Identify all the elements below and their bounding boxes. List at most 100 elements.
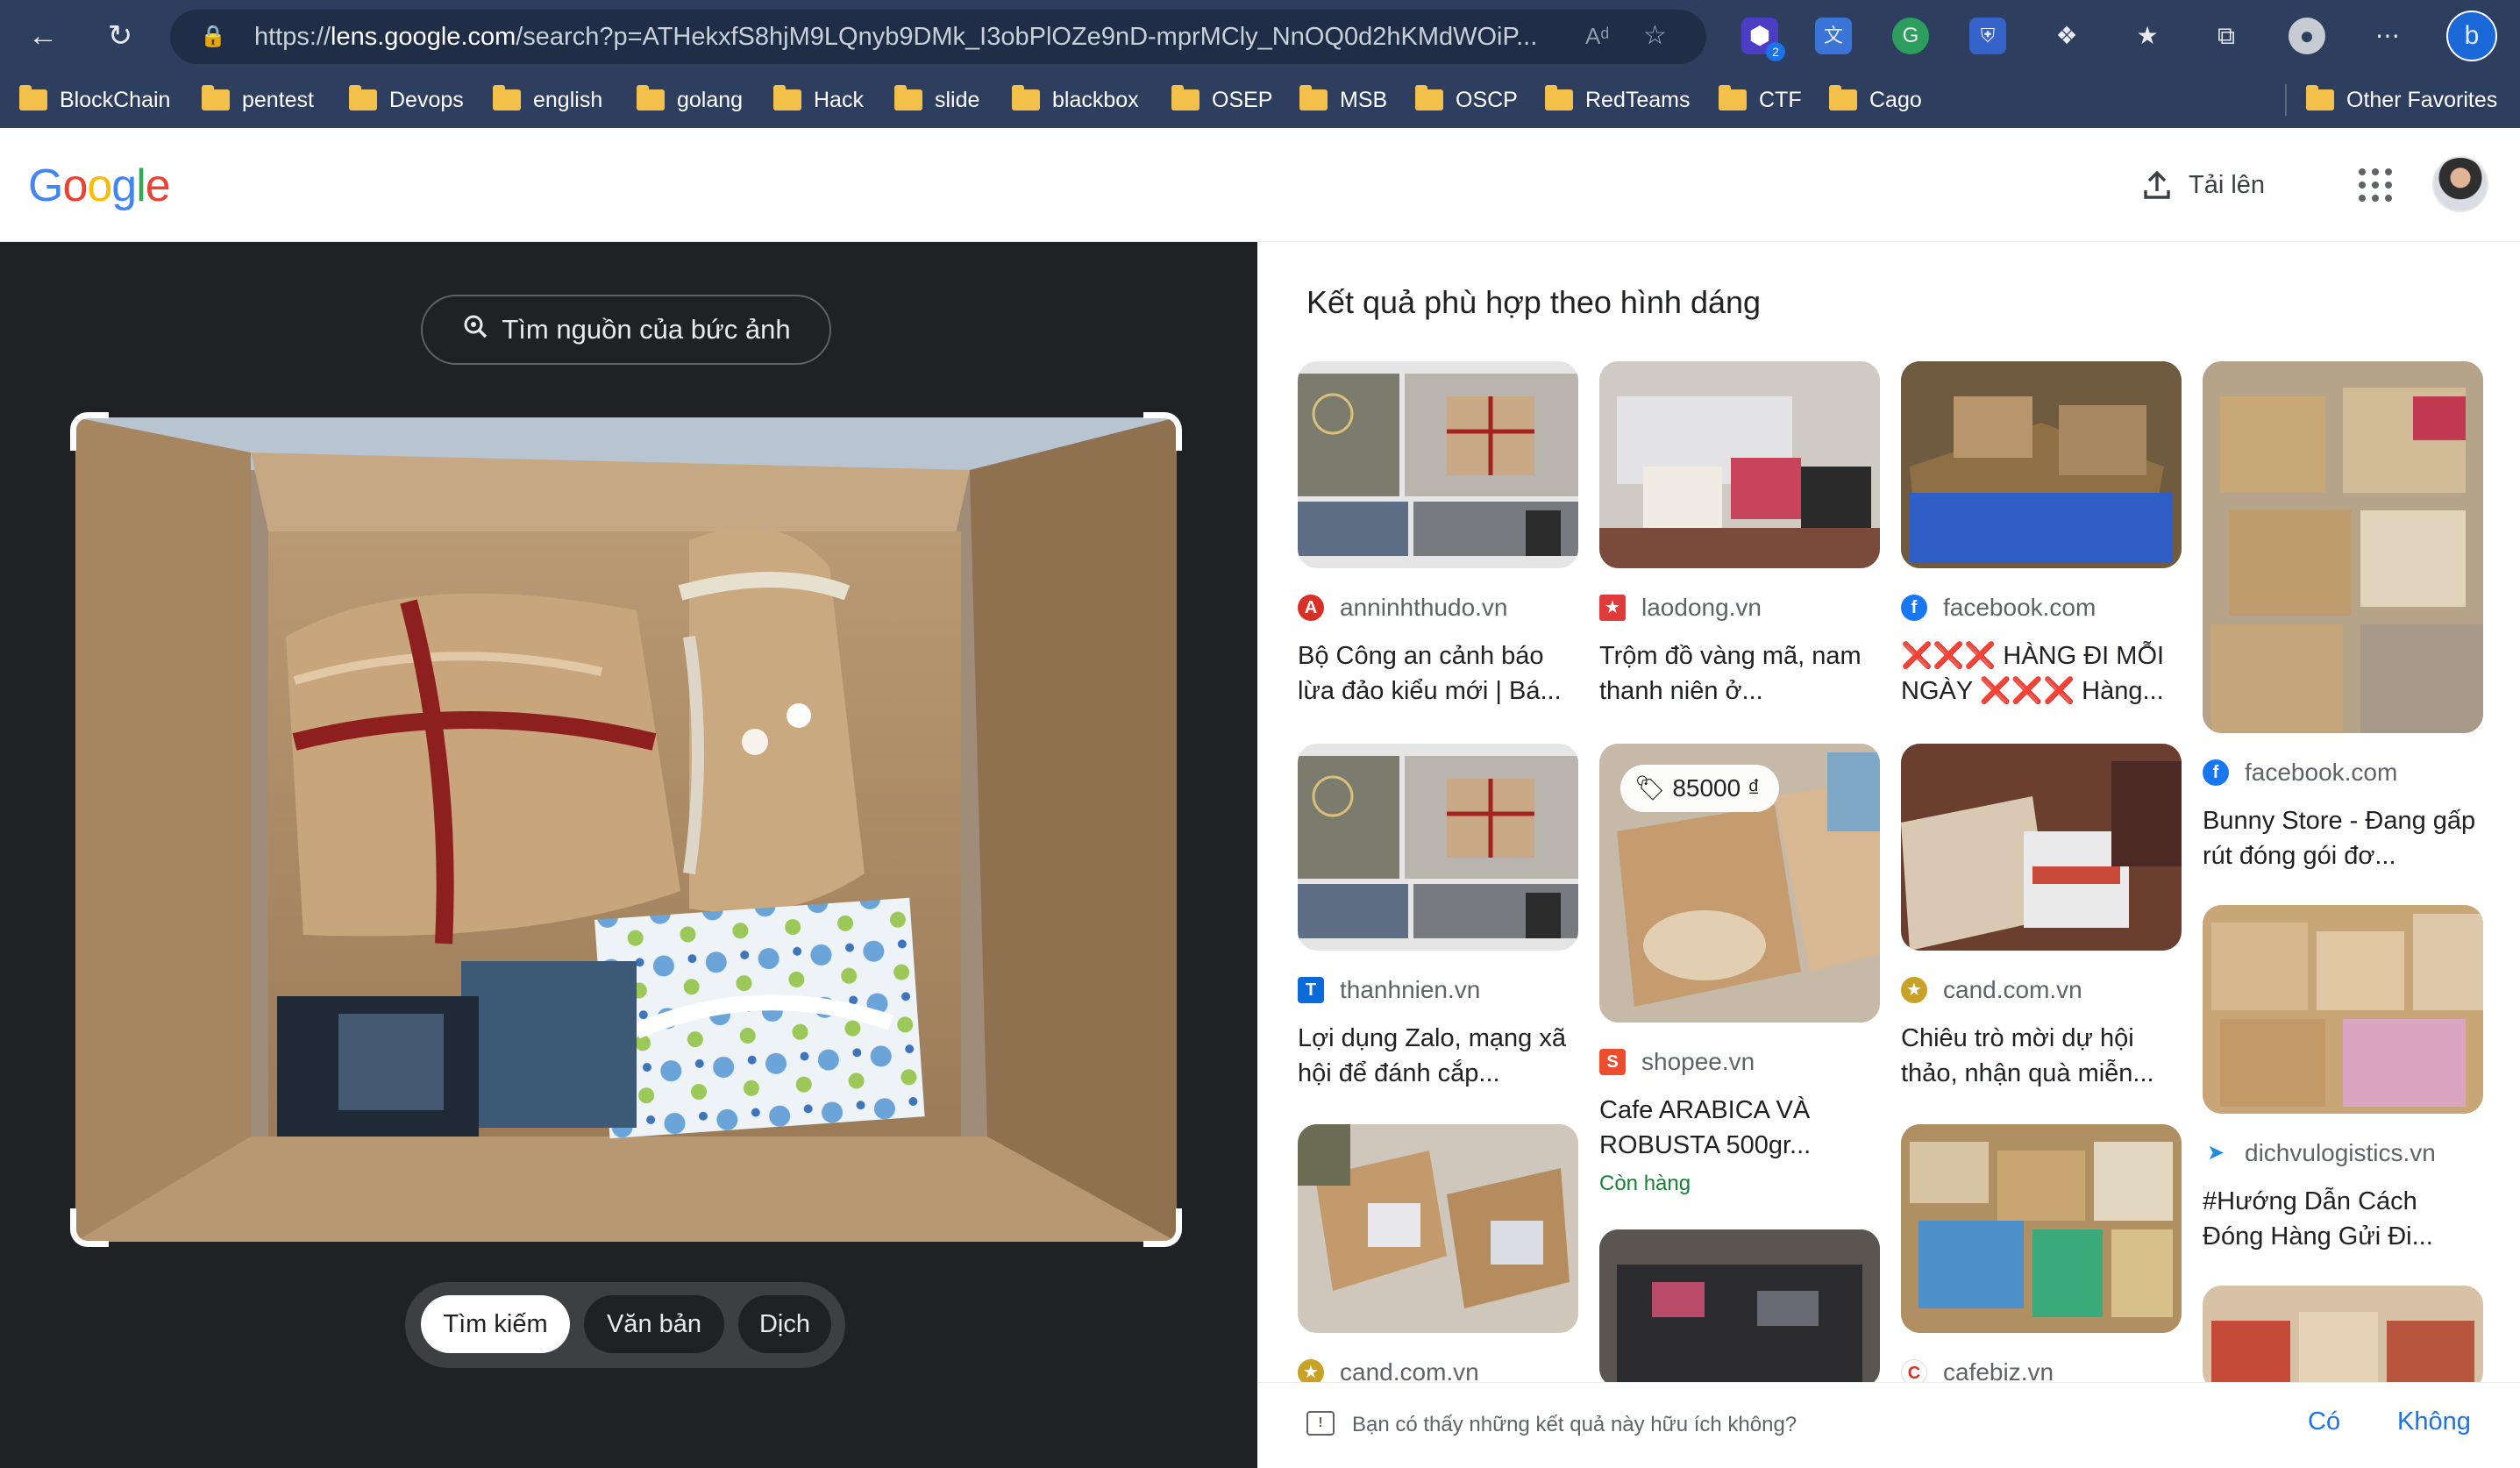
result-source: ➤ dichvulogistics.vn [2203, 1138, 2483, 1168]
find-image-source-button[interactable]: Tìm nguồn của bức ảnh [421, 295, 831, 365]
other-favorites[interactable]: Other Favorites [2306, 81, 2497, 119]
result-card[interactable]: ★ laodong.vn Trộm đồ vàng mã, nam thanh n… [1599, 361, 1880, 709]
result-card[interactable] [1599, 1229, 1880, 1387]
upload-button[interactable]: Tải lên [2139, 163, 2265, 207]
folder-icon [773, 85, 801, 110]
folder-icon [1299, 85, 1328, 110]
url-text[interactable]: https://lens.google.com/search?p=ATHekxf… [254, 10, 1745, 64]
bookmark-folder[interactable]: Cago [1829, 81, 1922, 119]
selected-photo[interactable] [75, 417, 1177, 1242]
crop-corner-bottom-right[interactable] [1143, 1208, 1182, 1247]
crop-corner-top-left[interactable] [70, 412, 109, 451]
shopee-icon: S [1599, 1049, 1626, 1075]
result-thumbnail[interactable] [1298, 1124, 1578, 1333]
back-icon[interactable]: ← [23, 16, 63, 56]
more-menu-icon[interactable]: ⋯ [2369, 18, 2406, 54]
bookmark-folder[interactable]: BlockChain [19, 81, 170, 119]
result-thumbnail[interactable] [1298, 361, 1578, 568]
result-card[interactable]: Aanninhthudo.vn Bộ Công an cảnh báo lừa … [1298, 361, 1578, 709]
feedback-yes-button[interactable]: Có [2308, 1407, 2340, 1436]
result-thumbnail[interactable] [2203, 361, 2483, 733]
address-bar[interactable]: 🔒 https://lens.google.com/search?p=ATHek… [170, 10, 1706, 64]
bookmark-folder[interactable]: blackbox [1012, 81, 1139, 119]
folder-icon [637, 85, 665, 110]
tag-icon: 🏷 [1634, 774, 1673, 802]
result-thumbnail[interactable] [2203, 1286, 2483, 1391]
result-card[interactable]: ➤ dichvulogistics.vn #Hướng Dẫn Cách Đóng… [2203, 905, 2483, 1254]
add-favorite-icon[interactable]: ☆ [1643, 20, 1667, 51]
feedback-no-button[interactable]: Không [2397, 1407, 2471, 1436]
folder-icon [349, 85, 377, 110]
folder-icon [1012, 85, 1040, 110]
result-thumbnail[interactable] [1901, 361, 2182, 568]
bookmark-folder[interactable]: MSB [1299, 81, 1387, 119]
translate-icon[interactable]: 文 [1815, 18, 1852, 54]
crop-corner-top-right[interactable] [1143, 412, 1182, 451]
extension-icon[interactable]: ⬢ 2 [1741, 18, 1785, 61]
result-title[interactable]: Trộm đồ vàng mã, nam thanh niên ở... [1599, 638, 1880, 709]
result-thumbnail[interactable] [2203, 905, 2483, 1114]
refresh-icon[interactable]: ↻ [100, 16, 140, 56]
bookmark-folder[interactable]: slide [894, 81, 979, 119]
result-thumbnail[interactable] [1901, 744, 2182, 951]
tab-translate[interactable]: Dịch [738, 1295, 831, 1353]
result-thumbnail[interactable] [1599, 1229, 1880, 1387]
tab-text[interactable]: Văn bản [584, 1295, 724, 1353]
result-title[interactable]: #Hướng Dẫn Cách Đóng Hàng Gửi Đi... [2203, 1184, 2483, 1254]
folder-icon [2306, 85, 2334, 110]
cand-icon: ★ [1901, 977, 1927, 1003]
profile-icon[interactable]: ● [2289, 18, 2325, 54]
grammarly-icon[interactable]: G [1892, 18, 1929, 54]
result-title[interactable]: ❌❌❌ HÀNG ĐI MỖI NGÀY ❌❌❌ Hàng... [1901, 638, 2182, 709]
result-source: ★ laodong.vn [1599, 593, 1880, 623]
folder-icon [894, 85, 922, 110]
extensions-puzzle-icon[interactable]: ❖ [2048, 18, 2085, 54]
favorites-icon[interactable]: ★ [2129, 18, 2166, 54]
result-title[interactable]: Lợi dụng Zalo, mạng xã hội để đánh cắp..… [1298, 1021, 1578, 1091]
selection-dot[interactable] [742, 729, 768, 755]
thanhnien-icon: T [1298, 977, 1324, 1003]
google-header: Google Tải lên [0, 128, 2520, 242]
bookmark-folder[interactable]: golang [637, 81, 743, 119]
result-source: Tthanhnien.vn [1298, 975, 1578, 1005]
bookmark-folder[interactable]: pentest [202, 81, 314, 119]
crop-corner-bottom-left[interactable] [70, 1208, 109, 1247]
bookmark-folder[interactable]: Hack [773, 81, 864, 119]
browser-chrome: ← ↻ 🔒 https://lens.google.com/search?p=A… [0, 0, 2520, 128]
lens-search-icon [461, 312, 489, 347]
price-tag[interactable]: 🏷 85000 ₫ [1620, 765, 1780, 812]
browser-toolbar: ← ↻ 🔒 https://lens.google.com/search?p=A… [0, 0, 2520, 72]
result-card[interactable]: Tthanhnien.vn Lợi dụng Zalo, mạng xã hội… [1298, 744, 1578, 1091]
result-title[interactable]: Bunny Store - Đang gấp rút đóng gói đơ..… [2203, 803, 2483, 873]
google-logo[interactable]: Google [28, 160, 171, 212]
result-card[interactable] [2203, 1286, 2483, 1391]
result-card[interactable]: ★ cand.com.vn [1298, 1124, 1578, 1387]
security-extension-icon[interactable]: ⛨ [1969, 18, 2006, 54]
bing-copilot-icon[interactable]: b [2446, 11, 2497, 61]
bookmark-folder[interactable]: RedTeams [1545, 81, 1691, 119]
result-title[interactable]: Chiêu trò mời dự hội thảo, nhận quà miễn… [1901, 1021, 2182, 1091]
result-title[interactable]: Cafe ARABICA VÀ ROBUSTA 500gr... [1599, 1093, 1880, 1163]
read-aloud-icon[interactable]: Aᵈ [1585, 23, 1609, 50]
result-card[interactable]: Ccafebiz.vn [1901, 1124, 2182, 1387]
bookmark-folder[interactable]: Devops [349, 81, 464, 119]
apps-grid-icon[interactable] [2359, 168, 2392, 202]
result-card[interactable]: f facebook.com ❌❌❌ HÀNG ĐI MỖI NGÀY ❌❌❌ H… [1901, 361, 2182, 709]
result-title[interactable]: Bộ Công an cảnh báo lừa đảo kiểu mới | B… [1298, 638, 1578, 709]
bookmark-folder[interactable]: CTF [1719, 81, 1802, 119]
bookmark-folder[interactable]: english [493, 81, 602, 119]
avatar[interactable] [2432, 156, 2488, 212]
result-source: Sshopee.vn [1599, 1047, 1880, 1077]
result-thumbnail[interactable] [1298, 744, 1578, 951]
result-card[interactable]: f facebook.com Bunny Store - Đang gấp rút… [2203, 361, 2483, 873]
collections-icon[interactable]: ⧉ [2208, 18, 2245, 54]
bookmark-folder[interactable]: OSCP [1415, 81, 1518, 119]
result-card[interactable]: ★ cand.com.vn Chiêu trò mời dự hội thảo, … [1901, 744, 2182, 1091]
result-card[interactable]: 🏷 85000 ₫ Sshopee.vn Cafe ARABICA VÀ ROB… [1599, 744, 1880, 1196]
bookmark-folder[interactable]: OSEP [1171, 81, 1272, 119]
result-thumbnail[interactable]: 🏷 85000 ₫ [1599, 744, 1880, 1023]
facebook-icon: f [1901, 595, 1927, 621]
tab-search[interactable]: Tìm kiếm [421, 1295, 570, 1353]
result-thumbnail[interactable] [1599, 361, 1880, 568]
result-thumbnail[interactable] [1901, 1124, 2182, 1333]
